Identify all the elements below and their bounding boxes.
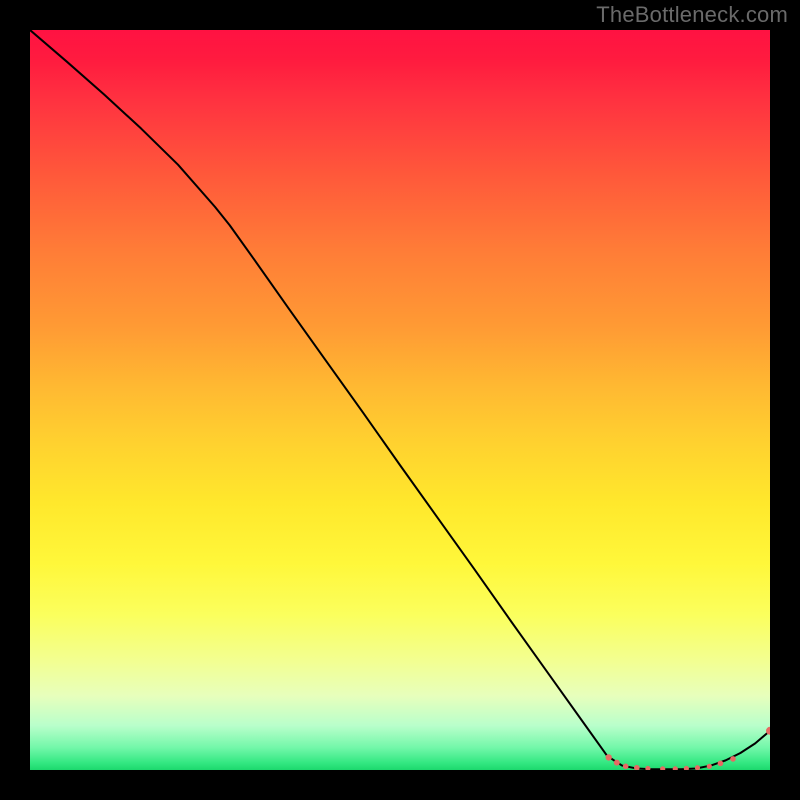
curve-line xyxy=(30,30,770,769)
plot-overlay xyxy=(30,30,770,770)
plot-area xyxy=(30,30,770,770)
attribution-text: TheBottleneck.com xyxy=(596,2,788,28)
curve-markers xyxy=(605,727,770,770)
chart-frame: TheBottleneck.com xyxy=(0,0,800,800)
